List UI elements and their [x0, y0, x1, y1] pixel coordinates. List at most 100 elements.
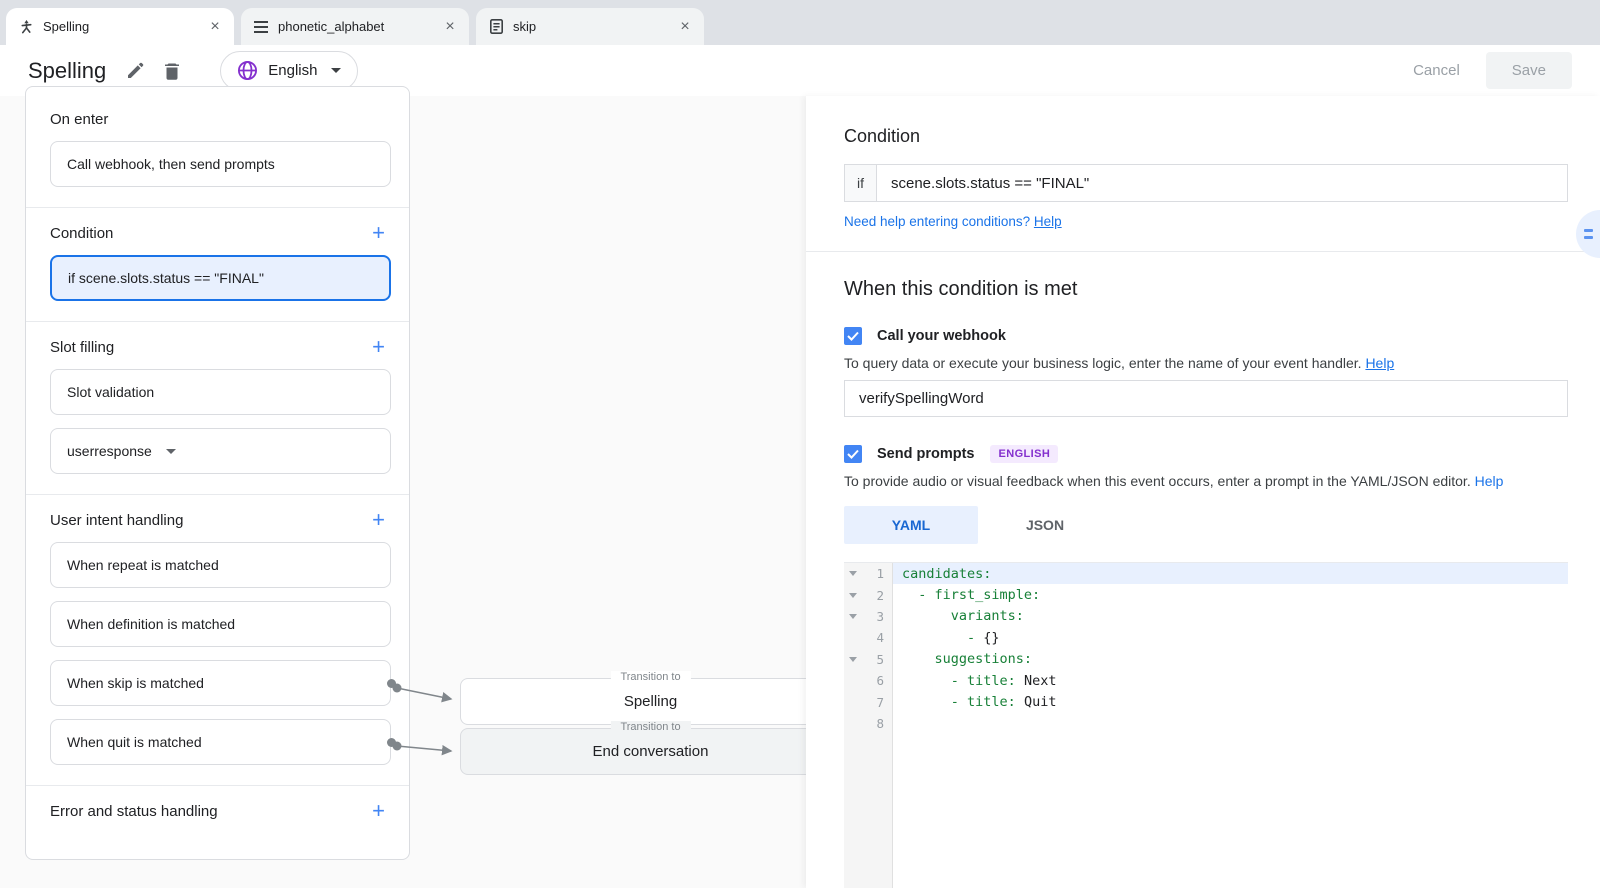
webhook-help-link[interactable]: Help: [1365, 355, 1394, 371]
code-line-3[interactable]: variants:: [893, 606, 1568, 627]
scene-item-slot-validation[interactable]: Slot validation: [50, 369, 391, 415]
call-webhook-checkbox[interactable]: [844, 327, 862, 345]
condition-met-title: When this condition is met: [844, 278, 1568, 301]
browser-tab-phonetic-alphabet[interactable]: phonetic_alphabet×: [241, 8, 469, 45]
scene-item-userresponse[interactable]: userresponse: [50, 428, 391, 474]
section-header: Slot filling+: [50, 338, 391, 356]
close-tab-icon[interactable]: ×: [206, 18, 224, 36]
prompts-help-link[interactable]: Help: [1475, 473, 1504, 489]
code-token: [902, 587, 918, 603]
scene-item-when-quit-is-matched[interactable]: When quit is matched: [50, 719, 391, 765]
event-handler-input[interactable]: [844, 380, 1568, 417]
code-line-4[interactable]: - {}: [893, 627, 1568, 648]
close-tab-icon[interactable]: ×: [676, 18, 694, 36]
code-line-6[interactable]: - title: Next: [893, 670, 1568, 691]
code-token: {}: [983, 630, 999, 646]
code-token: [902, 673, 951, 689]
list-icon: [253, 19, 269, 35]
code-line-8[interactable]: [893, 713, 1568, 734]
add-error-and-status-handling-button[interactable]: +: [366, 802, 391, 820]
gutter-line-3: 3: [844, 606, 892, 627]
transition-group: Transition toSpellingTransition toEnd co…: [460, 678, 840, 778]
browser-tab-skip[interactable]: skip×: [476, 8, 704, 45]
chevron-down-icon: [331, 68, 341, 73]
section-title: User intent handling: [50, 512, 183, 529]
code-token: Quit: [1016, 694, 1057, 710]
editor-code-area[interactable]: candidates: - first_simple: variants: - …: [893, 563, 1568, 888]
transition-arrows: [385, 666, 465, 766]
send-prompts-checkbox[interactable]: [844, 445, 862, 463]
edit-title-button[interactable]: [126, 62, 144, 80]
tab-label: skip: [513, 19, 676, 34]
language-label: English: [268, 62, 317, 79]
globe-icon: [237, 60, 258, 81]
save-button[interactable]: Save: [1486, 52, 1572, 89]
section-header: Error and status handling+: [50, 802, 391, 820]
language-selector[interactable]: English: [220, 51, 358, 91]
condition-help-link[interactable]: Help: [1034, 214, 1062, 229]
scene-canvas: On enterCall webhook, then send promptsC…: [0, 96, 1600, 888]
scene-item-when-definition-is-matched[interactable]: When definition is matched: [50, 601, 391, 647]
code-token: [902, 651, 935, 667]
add-user-intent-handling-button[interactable]: +: [366, 511, 391, 529]
code-token: [902, 694, 951, 710]
language-badge: ENGLISH: [990, 445, 1058, 463]
line-number: 8: [844, 716, 892, 731]
condition-help-text: Need help entering conditions?: [844, 214, 1030, 229]
gutter-line-6: 6: [844, 670, 892, 691]
transition-to-label: Transition to: [610, 671, 690, 683]
fold-arrow-icon[interactable]: [849, 571, 857, 576]
delete-scene-button[interactable]: [164, 62, 180, 80]
condition-expression-input[interactable]: [876, 164, 1568, 202]
if-prefix: if: [844, 164, 876, 202]
panel-divider: [806, 251, 1600, 252]
fold-arrow-icon[interactable]: [849, 614, 857, 619]
pencil-icon: [126, 62, 144, 80]
scene-item-when-repeat-is-matched[interactable]: When repeat is matched: [50, 542, 391, 588]
scene-item-label: When skip is matched: [67, 675, 204, 691]
code-line-5[interactable]: suggestions:: [893, 649, 1568, 670]
transition-target-name: End conversation: [461, 729, 840, 760]
transition-target-name: Spelling: [461, 679, 840, 710]
close-tab-icon[interactable]: ×: [441, 18, 459, 36]
scene-item-label: When definition is matched: [67, 616, 235, 632]
tab-label: Spelling: [43, 19, 206, 34]
trash-icon: [164, 62, 180, 80]
section-title: On enter: [50, 111, 108, 128]
scene-card: On enterCall webhook, then send promptsC…: [25, 86, 410, 860]
tab-yaml[interactable]: YAML: [844, 506, 978, 544]
tab-json[interactable]: JSON: [978, 506, 1112, 544]
send-prompts-label: Send prompts: [877, 446, 974, 462]
code-token: candidates:: [902, 566, 991, 582]
fold-arrow-icon[interactable]: [849, 657, 857, 662]
add-condition-button[interactable]: +: [366, 224, 391, 242]
gutter-line-5: 5: [844, 649, 892, 670]
browser-tabstrip: Spelling×phonetic_alphabet×skip×: [0, 0, 1600, 45]
code-token: - title:: [951, 673, 1016, 689]
code-token: Next: [1016, 673, 1057, 689]
cancel-button[interactable]: Cancel: [1413, 62, 1460, 79]
transition-box-end-conversation[interactable]: Transition toEnd conversation: [460, 728, 840, 775]
browser-tab-spelling[interactable]: Spelling×: [6, 8, 234, 45]
scene-item-if-scene-slots-status-final-[interactable]: if scene.slots.status == "FINAL": [50, 255, 391, 301]
check-icon: [847, 331, 859, 341]
scene-section-error-and-status-handling: Error and status handling+: [26, 786, 409, 852]
scene-item-when-skip-is-matched[interactable]: When skip is matched: [50, 660, 391, 706]
code-token: - first_simple:: [918, 587, 1040, 603]
code-line-1[interactable]: candidates:: [893, 563, 1568, 584]
code-line-7[interactable]: - title: Quit: [893, 691, 1568, 712]
yaml-editor[interactable]: 12345678 candidates: - first_simple: var…: [844, 562, 1568, 888]
add-slot-filling-button[interactable]: +: [366, 338, 391, 356]
scene-item-call-webhook-then-send-prompts[interactable]: Call webhook, then send prompts: [50, 141, 391, 187]
code-token: [902, 630, 967, 646]
fold-arrow-icon[interactable]: [849, 593, 857, 598]
transition-box-spelling[interactable]: Transition toSpelling: [460, 678, 840, 725]
gutter-line-8: 8: [844, 713, 892, 734]
chevron-down-icon: [166, 449, 176, 454]
invocation-icon: [18, 19, 34, 35]
section-header: User intent handling +: [50, 511, 391, 529]
code-line-2[interactable]: - first_simple:: [893, 584, 1568, 605]
line-number: 4: [844, 630, 892, 645]
scene-item-label: Slot validation: [67, 384, 154, 400]
tab-label: phonetic_alphabet: [278, 19, 441, 34]
